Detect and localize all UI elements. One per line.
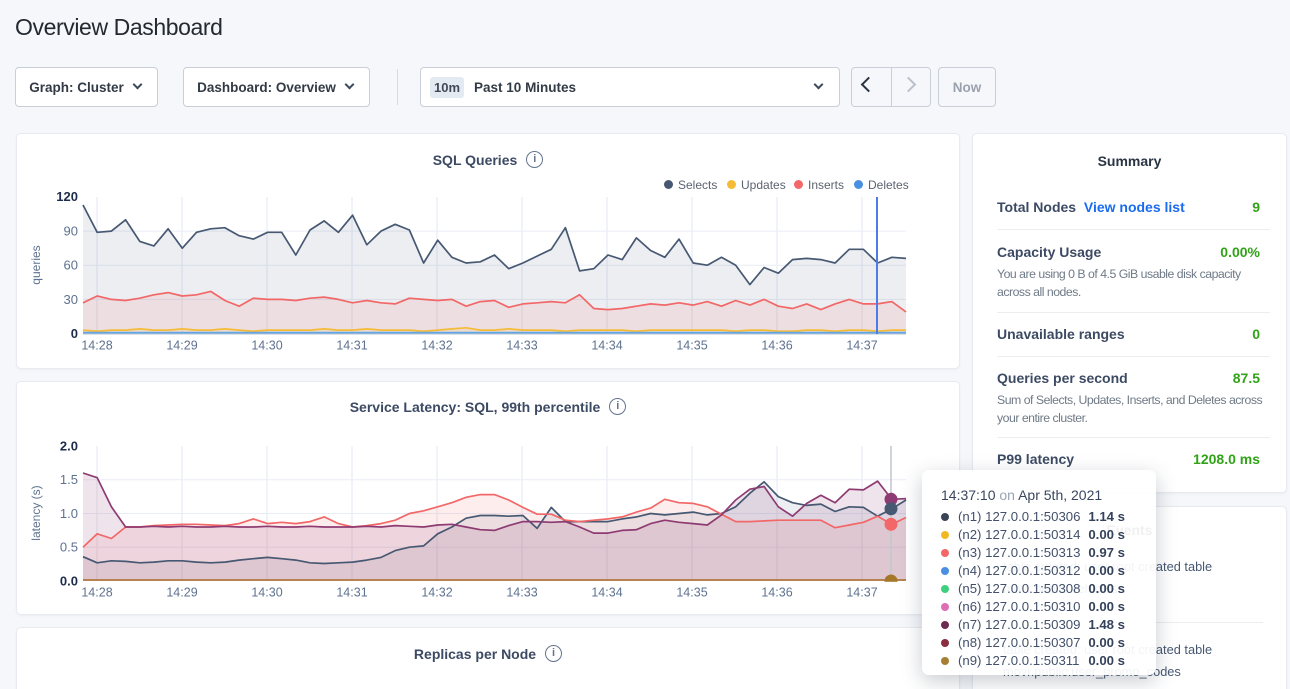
svg-text:14:32: 14:32: [421, 586, 452, 600]
svg-text:14:29: 14:29: [166, 339, 197, 353]
svg-text:2.0: 2.0: [60, 439, 78, 454]
svg-text:90: 90: [64, 224, 78, 239]
svg-text:0: 0: [71, 326, 78, 341]
svg-text:14:30: 14:30: [251, 586, 282, 600]
svg-text:30: 30: [64, 292, 78, 307]
svg-text:0.0: 0.0: [60, 574, 78, 589]
svg-text:14:28: 14:28: [81, 339, 112, 353]
svg-text:14:34: 14:34: [591, 586, 622, 600]
svg-text:14:28: 14:28: [81, 586, 112, 600]
svg-text:14:33: 14:33: [506, 586, 537, 600]
svg-text:14:32: 14:32: [421, 339, 452, 353]
svg-text:14:33: 14:33: [506, 339, 537, 353]
svg-text:1.0: 1.0: [60, 506, 78, 521]
svg-text:120: 120: [56, 189, 78, 204]
svg-text:60: 60: [64, 258, 78, 273]
svg-text:14:29: 14:29: [166, 586, 197, 600]
svg-text:0.5: 0.5: [60, 540, 78, 555]
svg-text:queries: queries: [29, 245, 43, 284]
svg-text:14:37: 14:37: [846, 586, 877, 600]
svg-text:1.5: 1.5: [60, 472, 78, 487]
svg-text:14:34: 14:34: [591, 339, 622, 353]
svg-text:14:36: 14:36: [761, 586, 792, 600]
svg-text:14:37: 14:37: [846, 339, 877, 353]
svg-text:14:35: 14:35: [676, 586, 707, 600]
svg-text:14:31: 14:31: [336, 339, 367, 353]
svg-text:latency (s): latency (s): [29, 485, 43, 540]
svg-text:14:36: 14:36: [761, 339, 792, 353]
svg-text:14:30: 14:30: [251, 339, 282, 353]
svg-text:14:35: 14:35: [676, 339, 707, 353]
svg-text:14:31: 14:31: [336, 586, 367, 600]
